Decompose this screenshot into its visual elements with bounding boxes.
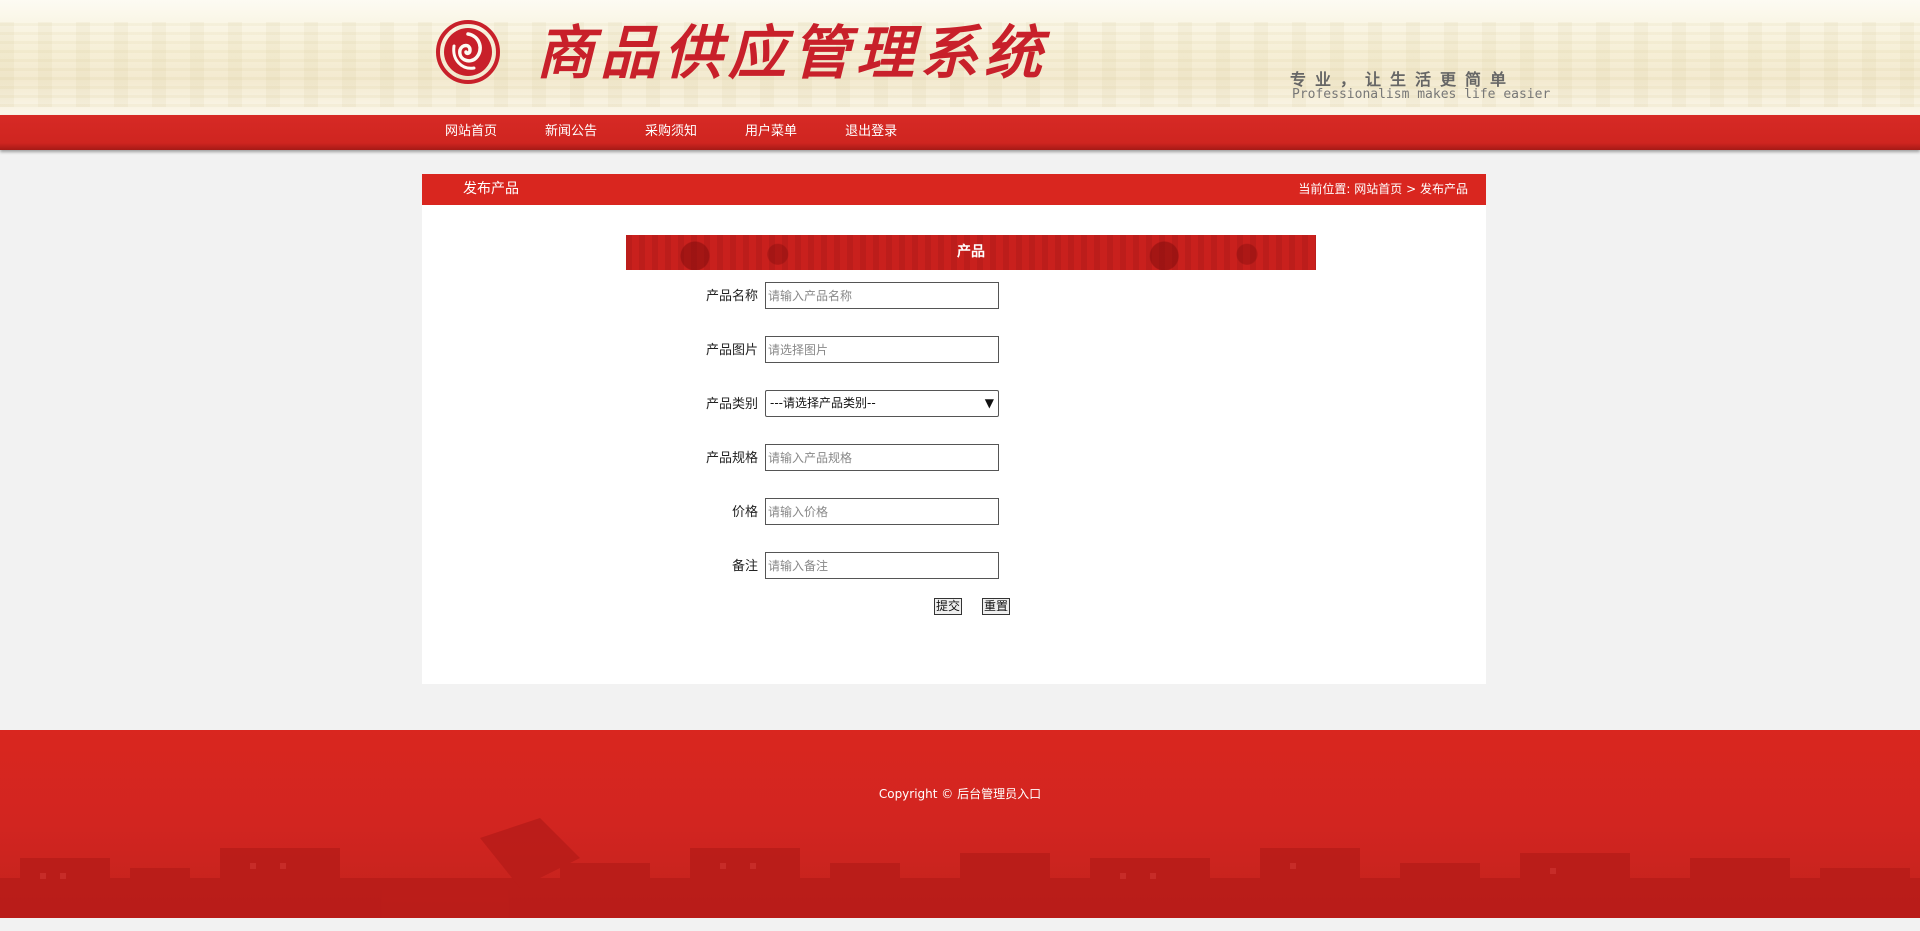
price-input[interactable] <box>765 498 999 525</box>
slogan-english: Professionalism makes life easier <box>1292 87 1551 102</box>
main-nav: 网站首页 新闻公告 采购须知 用户菜单 退出登录 <box>0 115 1920 150</box>
field-label: 产品规格 <box>705 451 758 466</box>
product-spec-input[interactable] <box>765 444 999 471</box>
submit-button[interactable]: 提交 <box>934 598 963 615</box>
city-skyline-decoration <box>0 818 1920 918</box>
breadcrumb-separator: > <box>1406 182 1417 196</box>
field-label: 价格 <box>731 505 758 520</box>
product-category-select[interactable]: ---请选择产品类别-- ▼ <box>765 390 999 417</box>
field-product-name: 产品名称 <box>422 282 1486 311</box>
nav-item-home[interactable]: 网站首页 <box>421 115 521 150</box>
page-title: 发布产品 <box>463 181 519 197</box>
breadcrumb-current: 发布产品 <box>1419 182 1468 196</box>
select-value: ---请选择产品类别-- <box>770 396 876 410</box>
nav-item-user-menu[interactable]: 用户菜单 <box>721 115 821 150</box>
breadcrumb-home-link[interactable]: 网站首页 <box>1354 182 1402 196</box>
field-product-category: 产品类别 ---请选择产品类别-- ▼ <box>422 390 1486 419</box>
header-banner: 商品供应管理系统 专业，让生活更简单 Professionalism makes… <box>0 0 1920 115</box>
nav-menu: 网站首页 新闻公告 采购须知 用户菜单 退出登录 <box>421 115 921 150</box>
content-panel: 发布产品 当前位置: 网站首页 > 发布产品 产品 产品名称 产品图片 产品类别… <box>422 174 1486 684</box>
copyright-text: Copyright © <box>878 787 954 801</box>
nav-item-logout[interactable]: 退出登录 <box>821 115 921 150</box>
field-product-image: 产品图片 <box>422 336 1486 365</box>
form-title: 产品 <box>626 235 1316 270</box>
copyright: Copyright © 后台管理员入口 <box>0 785 1920 802</box>
field-price: 价格 <box>422 498 1486 527</box>
product-name-input[interactable] <box>765 282 999 309</box>
field-remark: 备注 <box>422 552 1486 581</box>
admin-entry-link[interactable]: 后台管理员入口 <box>957 787 1041 801</box>
field-label: 备注 <box>731 559 758 574</box>
chevron-down-icon: ▼ <box>984 396 994 410</box>
field-label: 产品类别 <box>705 397 758 412</box>
field-product-spec: 产品规格 <box>422 444 1486 473</box>
nav-item-purchase-notice[interactable]: 采购须知 <box>621 115 721 150</box>
footer: Copyright © 后台管理员入口 <box>0 730 1920 918</box>
reset-button[interactable]: 重置 <box>982 598 1011 615</box>
breadcrumb: 当前位置: 网站首页 > 发布产品 <box>1298 174 1468 205</box>
site-title: 商品供应管理系统 <box>536 19 1049 87</box>
logo-seal-icon <box>436 20 500 84</box>
field-label: 产品图片 <box>705 343 758 358</box>
nav-item-news[interactable]: 新闻公告 <box>521 115 621 150</box>
remark-input[interactable] <box>765 552 999 579</box>
product-image-input[interactable] <box>765 336 999 363</box>
breadcrumb-prefix: 当前位置: <box>1298 182 1351 196</box>
panel-header: 发布产品 当前位置: 网站首页 > 发布产品 <box>422 174 1486 205</box>
field-label: 产品名称 <box>705 289 758 304</box>
